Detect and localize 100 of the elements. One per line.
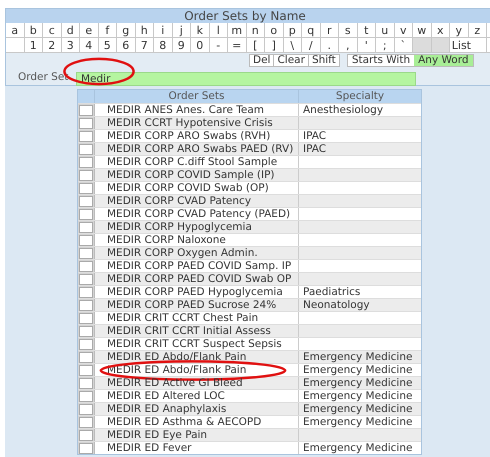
row-checkbox[interactable]	[79, 378, 93, 388]
symbol-key[interactable]: '	[358, 38, 376, 52]
match-mode-toggle[interactable]: Any Word	[414, 55, 473, 66]
table-cell: Emergency Medicine	[303, 416, 412, 428]
symbol-key[interactable]: [	[246, 38, 265, 52]
table-cell: MEDIR ED Altered LOC	[107, 390, 225, 402]
row-checkbox[interactable]	[79, 222, 93, 232]
symbol-key[interactable]: 9	[172, 38, 191, 52]
column-header[interactable]: Specialty	[299, 90, 421, 103]
letter-key[interactable]: e	[80, 23, 98, 37]
letter-key[interactable]: q	[302, 23, 320, 37]
keyboard-button[interactable]: Shift	[308, 55, 339, 66]
row-checkbox[interactable]	[79, 156, 93, 168]
letter-key[interactable]: r	[320, 23, 339, 37]
row-checkbox[interactable]	[79, 130, 93, 142]
table-cell: Paediatrics	[303, 286, 360, 298]
row-checkbox[interactable]	[79, 416, 93, 428]
symbol-key[interactable]: .	[320, 38, 339, 52]
list-key[interactable]: List	[450, 38, 487, 52]
table-cell: MEDIR ED Eye Pain	[107, 429, 208, 441]
row-checkbox[interactable]	[79, 364, 93, 376]
letter-key[interactable]: s	[339, 23, 358, 37]
row-checkbox[interactable]	[79, 326, 93, 336]
symbol-key[interactable]: \	[284, 38, 302, 52]
letter-key[interactable]: z	[468, 23, 487, 37]
letter-key[interactable]: g	[117, 23, 136, 37]
letter-key[interactable]: j	[172, 23, 191, 37]
row-checkbox[interactable]	[79, 390, 93, 402]
letter-key[interactable]: n	[246, 23, 265, 37]
row-checkbox[interactable]	[79, 300, 93, 310]
symbol-key[interactable]: /	[302, 38, 320, 52]
letter-key[interactable]: y	[450, 23, 468, 37]
symbol-key[interactable]: 2	[43, 38, 62, 52]
table-cell: MEDIR ED Asthma & AECOPD	[107, 416, 262, 428]
row-checkbox[interactable]	[79, 274, 93, 284]
row-checkbox[interactable]	[79, 104, 93, 116]
letter-key[interactable]: h	[136, 23, 154, 37]
row-checkbox[interactable]	[79, 196, 93, 206]
letter-key[interactable]: a	[6, 23, 24, 37]
table-cell: MEDIR CORP PAED COVID Swab OP	[107, 273, 292, 285]
table-cell: MEDIR CORP PAED Hypoglycemia	[107, 286, 283, 298]
row-checkbox[interactable]	[79, 170, 93, 180]
row-checkbox[interactable]	[79, 442, 93, 454]
symbol-key[interactable]: =	[228, 38, 246, 52]
symbol-key[interactable]: 7	[136, 38, 154, 52]
symbol-key[interactable]: 8	[154, 38, 172, 52]
row-checkbox[interactable]	[79, 118, 93, 128]
table-cell: Emergency Medicine	[303, 442, 412, 454]
table-cell: MEDIR CORP Oxygen Admin.	[107, 247, 258, 259]
letter-key[interactable]: b	[24, 23, 43, 37]
symbol-key[interactable]: 6	[117, 38, 136, 52]
symbol-key[interactable]: ,	[339, 38, 358, 52]
row-checkbox[interactable]	[79, 312, 93, 324]
row-checkbox[interactable]	[79, 248, 93, 258]
letter-key[interactable]: m	[228, 23, 246, 37]
symbol-key[interactable]: -	[210, 38, 228, 52]
row-checkbox[interactable]	[79, 338, 93, 350]
table-cell: MEDIR CORP Naloxone	[107, 234, 226, 246]
letter-key[interactable]: w	[413, 23, 432, 37]
letter-key[interactable]: f	[98, 23, 117, 37]
row-checkbox[interactable]	[79, 144, 93, 154]
table-cell: MEDIR CORP Hypoglycemia	[107, 221, 252, 233]
letter-key[interactable]: v	[394, 23, 413, 37]
letter-key[interactable]: u	[376, 23, 394, 37]
row-checkbox[interactable]	[79, 234, 93, 246]
table-cell: Emergency Medicine	[303, 403, 412, 415]
keyboard-button[interactable]: Del	[250, 55, 274, 66]
row-checkbox[interactable]	[79, 208, 93, 220]
table-cell: MEDIR ED Fever	[107, 442, 192, 454]
letter-key[interactable]: i	[154, 23, 172, 37]
row-checkbox[interactable]	[79, 352, 93, 362]
letter-key[interactable]: p	[284, 23, 302, 37]
match-mode-toggle[interactable]: Starts With	[348, 55, 414, 66]
table-cell: MEDIR CORP PAED Sucrose 24%	[107, 299, 276, 311]
symbol-key[interactable]: 5	[98, 38, 117, 52]
panel-title: Order Sets by Name	[6, 9, 490, 23]
row-checkbox[interactable]	[79, 404, 93, 414]
keyboard-button[interactable]: Clear	[274, 55, 309, 66]
symbol-key[interactable]: 4	[80, 38, 98, 52]
letter-key[interactable]: o	[265, 23, 284, 37]
letter-key[interactable]: c	[43, 23, 62, 37]
letter-key[interactable]: t	[358, 23, 376, 37]
symbol-key[interactable]: 1	[24, 38, 43, 52]
symbol-key[interactable]: 3	[62, 38, 80, 52]
table-cell: MEDIR ED Anaphylaxis	[107, 403, 226, 415]
symbol-key[interactable]: ]	[265, 38, 284, 52]
letter-key[interactable]: x	[432, 23, 450, 37]
table-cell: MEDIR CORP CVAD Patency	[107, 195, 252, 207]
symbol-key[interactable]: 0	[191, 38, 210, 52]
row-checkbox[interactable]	[79, 182, 93, 194]
row-checkbox[interactable]	[79, 286, 93, 298]
search-field[interactable]: Medir	[76, 72, 416, 86]
row-checkbox[interactable]	[79, 260, 93, 272]
row-checkbox[interactable]	[79, 430, 93, 440]
table-cell: Emergency Medicine	[303, 364, 412, 376]
symbol-key[interactable]: ;	[376, 38, 394, 52]
letter-key[interactable]: l	[210, 23, 228, 37]
table-cell: MEDIR CORP C.diff Stool Sample	[107, 156, 278, 168]
letter-key[interactable]: k	[191, 23, 210, 37]
letter-key[interactable]: d	[62, 23, 80, 37]
